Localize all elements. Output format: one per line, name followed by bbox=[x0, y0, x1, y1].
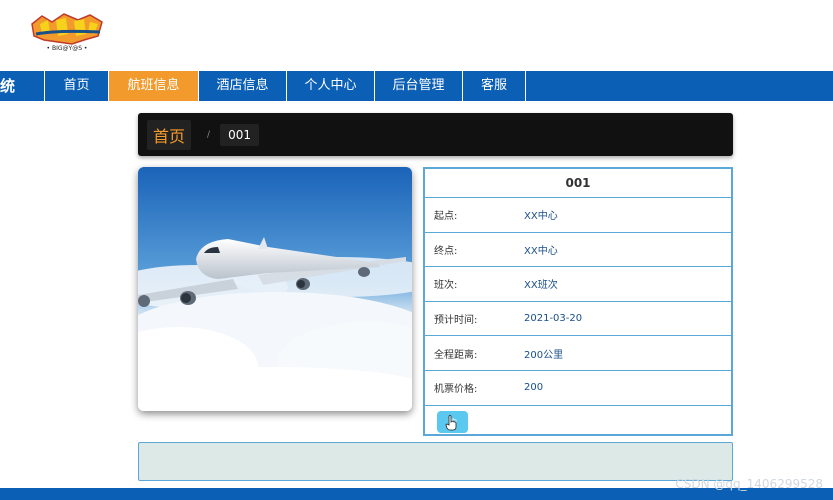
info-key: 班次: bbox=[434, 280, 458, 292]
nav-item-admin[interactable]: 后台管理 bbox=[374, 71, 462, 101]
watermark: CSDN @qq_1406299528 bbox=[675, 477, 823, 491]
nav-item-profile[interactable]: 个人中心 bbox=[286, 71, 374, 101]
info-value: XX班次 bbox=[524, 280, 558, 292]
nav-item-home[interactable]: 首页 bbox=[44, 71, 108, 101]
bottom-panel bbox=[138, 442, 733, 481]
info-value: XX中心 bbox=[524, 245, 558, 257]
hand-cursor-icon bbox=[445, 414, 457, 430]
nav-item-flights[interactable]: 航班信息 bbox=[108, 71, 198, 101]
info-value: 2021-03-20 bbox=[524, 313, 583, 325]
digimon-logo-icon: • BIG@Y@S • bbox=[31, 13, 103, 52]
flight-info-table: 001 起点: XX中心 终点: XX中心 班次: XX班次 预计时间: 202… bbox=[423, 167, 733, 436]
info-row-destination: 终点: XX中心 bbox=[425, 233, 731, 268]
info-row-schedule: 班次: XX班次 bbox=[425, 267, 731, 302]
flight-image bbox=[138, 167, 412, 411]
info-value: 200 bbox=[524, 382, 544, 394]
info-row-origin: 起点: XX中心 bbox=[425, 198, 731, 233]
info-key: 机票价格: bbox=[434, 384, 478, 396]
breadcrumb-current: 001 bbox=[220, 123, 259, 146]
info-value: XX中心 bbox=[524, 211, 558, 223]
info-key: 起点: bbox=[434, 211, 458, 223]
action-row: 购 bbox=[425, 406, 731, 439]
flight-number-title: 001 bbox=[425, 169, 731, 198]
info-row-distance: 全程距离: 200公里 bbox=[425, 336, 731, 371]
breadcrumb: 首页 / 001 bbox=[138, 113, 733, 156]
airplane-photo bbox=[138, 167, 412, 411]
svg-text:• BIG@Y@S •: • BIG@Y@S • bbox=[47, 45, 88, 52]
info-key: 全程距离: bbox=[434, 349, 478, 361]
breadcrumb-home-link[interactable]: 首页 bbox=[147, 119, 192, 150]
info-key: 预计时间: bbox=[434, 315, 478, 327]
site-logo[interactable]: • BIG@Y@S • bbox=[28, 10, 106, 52]
info-key: 终点: bbox=[434, 245, 458, 257]
system-title: 统 bbox=[0, 77, 16, 95]
main-nav: 统 首页 航班信息 酒店信息 个人中心 后台管理 客服 bbox=[0, 71, 833, 101]
info-row-price: 机票价格: 200 bbox=[425, 371, 731, 406]
info-value: 200公里 bbox=[524, 349, 564, 361]
info-row-time: 预计时间: 2021-03-20 bbox=[425, 302, 731, 337]
nav-item-service[interactable]: 客服 bbox=[462, 71, 526, 101]
page: • BIG@Y@S • 统 首页 航班信息 酒店信息 个人中心 后台管理 客服 … bbox=[0, 0, 833, 500]
breadcrumb-separator: / bbox=[207, 129, 211, 140]
nav-item-hotels[interactable]: 酒店信息 bbox=[198, 71, 286, 101]
